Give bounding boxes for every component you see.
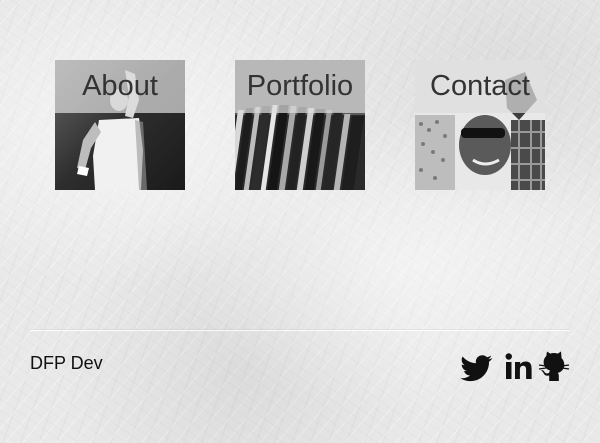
nav-tile-contact[interactable]: Contact (415, 60, 545, 190)
github-link[interactable] (537, 350, 571, 384)
nav-tile-label-contact: Contact (430, 70, 530, 102)
footer-divider (30, 330, 570, 331)
twitter-link[interactable] (458, 350, 494, 384)
linkedin-link[interactable] (503, 350, 533, 384)
nav-tile-about[interactable]: About (55, 60, 185, 190)
nav-tile-portfolio[interactable]: Portfolio (235, 60, 365, 190)
twitter-bird-icon (460, 355, 493, 382)
linkedin-in-icon (505, 353, 532, 379)
github-octocat-icon (538, 351, 570, 381)
nav-tile-label-portfolio: Portfolio (246, 70, 354, 102)
footer-brand-text: DFP Dev (30, 353, 103, 373)
nav-tile-label-about: About (82, 70, 158, 102)
